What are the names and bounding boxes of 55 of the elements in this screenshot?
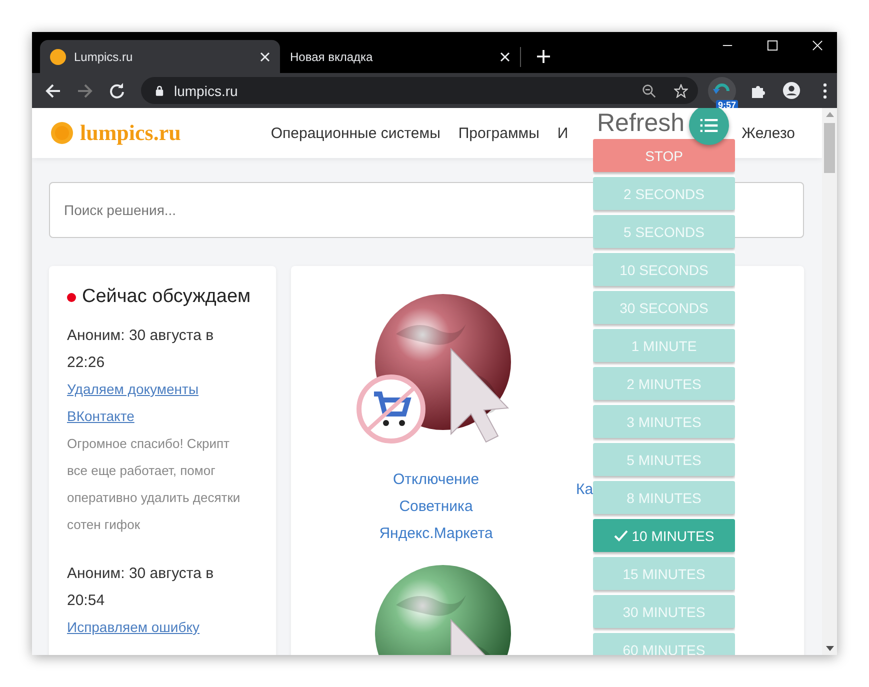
new-tab-icon[interactable] (537, 50, 550, 63)
nav-link[interactable]: Программы (458, 124, 540, 142)
site-logo[interactable]: lumpics.ru (80, 120, 181, 146)
interval-button[interactable]: 30 SECONDS (593, 291, 735, 324)
favicon-icon (50, 48, 66, 64)
url-text: lumpics.ru (174, 82, 239, 98)
comment-author: Аноним: 30 августа в 20:54 (67, 564, 215, 611)
interval-button[interactable]: 10 SECONDS (593, 253, 735, 286)
article-link[interactable]: Удаляем документы ВКонтакте (67, 376, 247, 430)
popup-title: Refresh (597, 109, 685, 137)
interval-button[interactable]: 2 MINUTES (593, 367, 735, 400)
star-icon[interactable] (674, 84, 688, 98)
close-icon[interactable] (260, 52, 270, 62)
comment-author: Аноним: 30 августа в 22:26 (67, 326, 215, 373)
interval-button[interactable]: 15 MINUTES (593, 557, 735, 590)
nav-link[interactable]: Железо (742, 124, 795, 142)
interval-button[interactable]: 60 MINUTES (593, 633, 735, 655)
tab-title: Новая вкладка (290, 50, 374, 64)
menu-icon (700, 118, 718, 132)
logo-icon (50, 121, 74, 145)
interval-button[interactable]: 1 MINUTE (593, 329, 735, 362)
interval-button[interactable]: 5 SECONDS (593, 215, 735, 248)
reload-icon[interactable] (109, 82, 125, 98)
interval-button[interactable]: 2 SECONDS (593, 177, 735, 210)
interval-button[interactable]: 30 MINUTES (593, 595, 735, 628)
tab-title: Lumpics.ru (74, 50, 134, 64)
interval-button[interactable]: 10 MINUTES (593, 519, 735, 552)
live-dot (67, 292, 76, 302)
menu-button[interactable] (689, 108, 729, 145)
nav-link[interactable]: Операционные системы (270, 124, 440, 142)
maximize-icon[interactable] (767, 40, 778, 51)
scrollbar-thumb[interactable] (824, 123, 835, 173)
lock-icon (155, 85, 164, 96)
browser-tab[interactable]: Lumpics.ru (40, 40, 280, 73)
browser-tab[interactable]: Новая вкладка (280, 40, 520, 73)
nav-link[interactable]: И (557, 124, 568, 142)
profile-icon[interactable] (782, 81, 801, 100)
check-icon (614, 530, 628, 542)
zoom-icon[interactable] (642, 84, 656, 98)
scroll-down-icon[interactable] (826, 646, 834, 651)
interval-button[interactable]: 5 MINUTES (593, 443, 735, 476)
sidebar-title: Сейчас обсуждаем (82, 286, 251, 308)
back-icon[interactable] (45, 82, 61, 98)
stop-button[interactable]: STOP (593, 139, 735, 172)
forward-icon[interactable] (77, 82, 93, 98)
time-badge: 9:57 (716, 100, 738, 110)
address-bar[interactable]: lumpics.ru (141, 77, 698, 104)
close-icon[interactable] (500, 52, 510, 62)
menu-icon[interactable] (823, 82, 827, 98)
article-link[interactable]: Исправляем ошибку (67, 614, 247, 641)
interval-button[interactable]: 3 MINUTES (593, 405, 735, 438)
comment-text: Огромное спасибо! Скрипт все еще работает, помог оперативно удалить десятки сотен гифок (67, 435, 242, 534)
article-title-link[interactable]: Отключение Советника Яндекс.Маркета (361, 466, 511, 547)
interval-button[interactable]: 8 MINUTES (593, 481, 735, 514)
article-title-link[interactable]: Ка (576, 476, 594, 503)
